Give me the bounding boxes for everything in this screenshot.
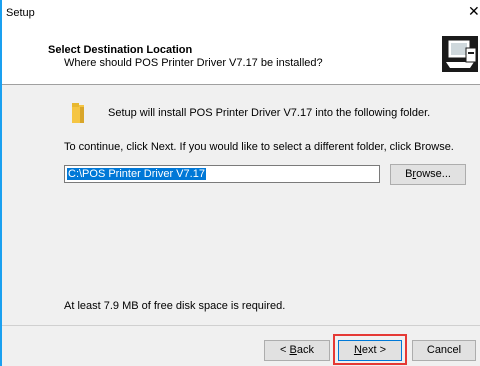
wizard-header: Select Destination Location Where should… — [2, 26, 480, 84]
back-button[interactable]: < Back — [264, 340, 330, 361]
install-intro-text: Setup will install POS Printer Driver V7… — [108, 107, 431, 119]
wizard-content: Setup will install POS Printer Driver V7… — [2, 85, 480, 325]
back-label-b: ack — [296, 344, 314, 356]
page-title: Select Destination Location — [48, 44, 193, 56]
browse-button[interactable]: Browse... — [390, 164, 466, 185]
browse-label-b: owse... — [416, 168, 451, 180]
back-label-a: < — [280, 344, 290, 356]
next-label: ext > — [361, 344, 387, 356]
setup-window: Setup ✕ Select Destination Location Wher… — [0, 0, 480, 366]
title-bar[interactable]: Setup ✕ — [2, 0, 480, 26]
cancel-button[interactable]: Cancel — [412, 340, 476, 361]
folder-icon — [72, 103, 84, 123]
next-label-mnemonic: N — [353, 344, 362, 356]
continue-instructions: To continue, click Next. If you would li… — [64, 141, 454, 153]
destination-path-input[interactable]: C:\POS Printer Driver V7.17 — [64, 165, 380, 183]
destination-path-value: C:\POS Printer Driver V7.17 — [67, 168, 206, 180]
close-icon[interactable]: ✕ — [468, 3, 480, 20]
back-label-mnemonic: B — [289, 344, 297, 356]
window-title: Setup — [6, 7, 35, 19]
installer-computer-icon — [442, 36, 478, 72]
wizard-footer: < Back Next > Cancel — [2, 326, 480, 366]
page-subtitle: Where should POS Printer Driver V7.17 be… — [64, 57, 323, 69]
next-button[interactable]: Next > — [338, 340, 402, 361]
disk-space-text: At least 7.9 MB of free disk space is re… — [64, 300, 286, 312]
